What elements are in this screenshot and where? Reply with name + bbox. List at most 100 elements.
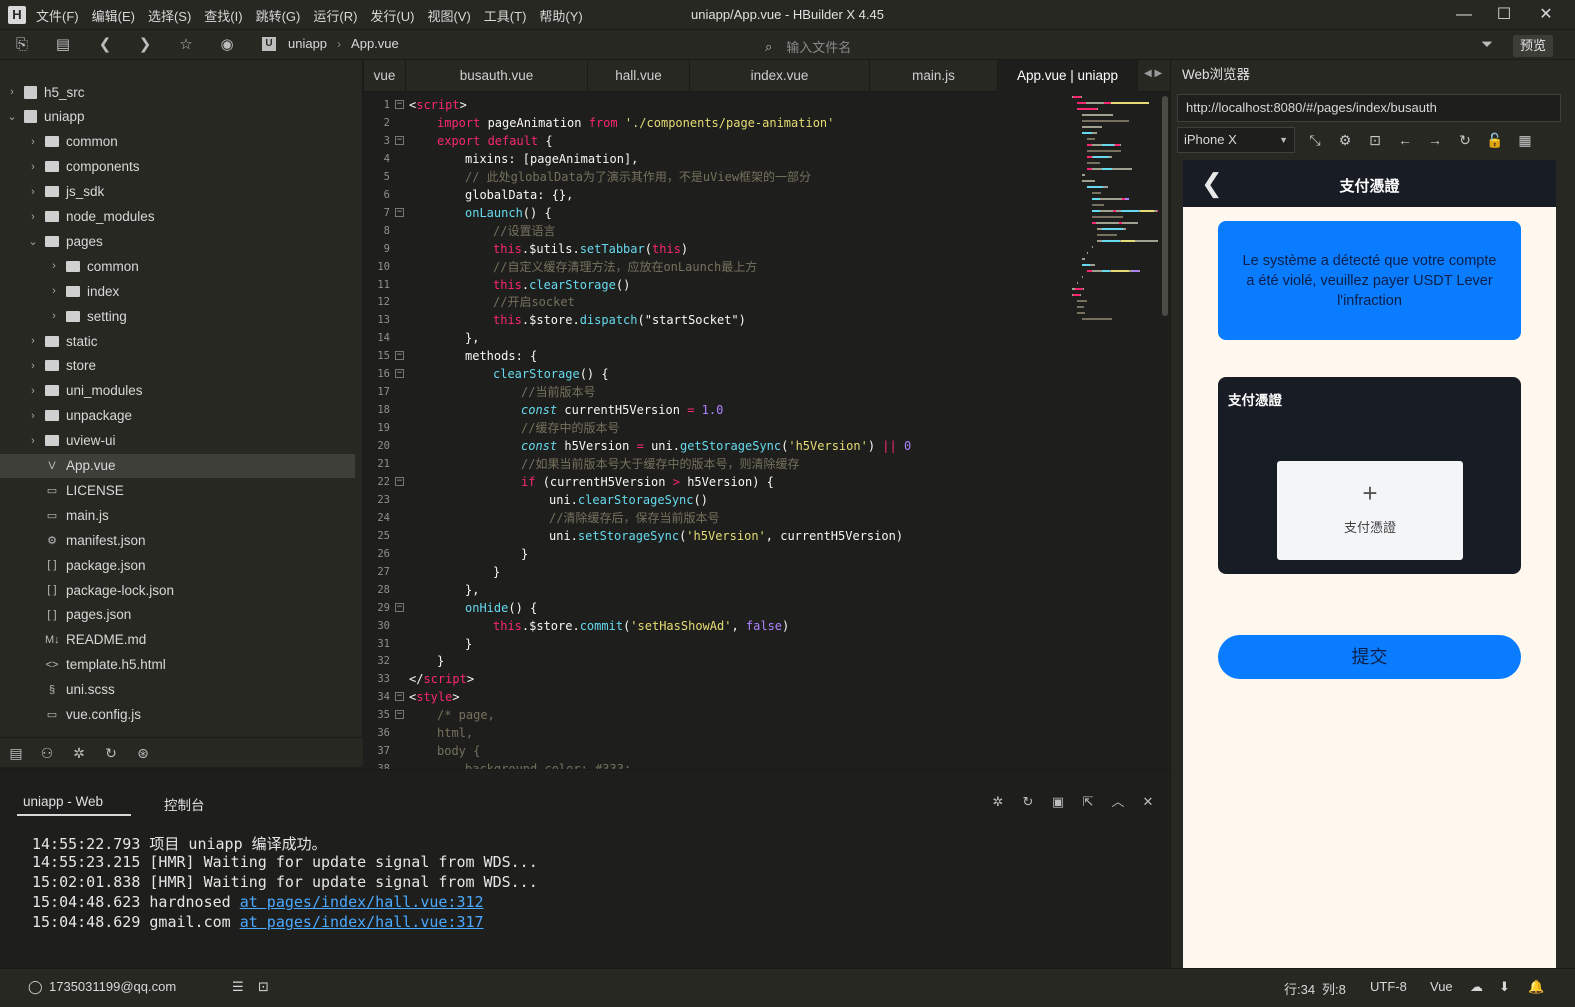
tab-partial[interactable]: vue (364, 60, 406, 92)
run-icon[interactable]: ◉ (217, 35, 237, 55)
tree-item[interactable]: › unpackage (0, 404, 355, 428)
breadcrumb-file[interactable]: App.vue (351, 36, 399, 51)
tree-item[interactable]: V App.vue (0, 453, 355, 478)
user-account[interactable]: 1735031199@qq.com (49, 979, 176, 994)
open-external-icon[interactable]: ⇱ (1080, 794, 1096, 810)
tree-item[interactable]: [ ] pages.json (0, 603, 355, 627)
lock-icon[interactable]: 🔓 (1486, 131, 1504, 149)
collapse-up-icon[interactable]: ︿ (1110, 794, 1126, 810)
fold-icon[interactable]: − (395, 207, 404, 217)
qr-icon[interactable]: ▦ (1516, 131, 1534, 149)
git-icon[interactable]: ↻ (102, 744, 120, 762)
forward-arrow-icon[interactable]: → (1426, 131, 1444, 149)
chevron-right-icon[interactable]: › (27, 186, 39, 198)
url-input[interactable]: http://localhost:8080/#/pages/index/busa… (1177, 94, 1561, 122)
minimap[interactable] (1068, 92, 1163, 332)
preview-button[interactable]: 预览 (1513, 35, 1553, 57)
maximize-button[interactable]: ☐ (1493, 4, 1515, 26)
submit-button[interactable]: 提交 (1218, 635, 1521, 679)
cursor-line[interactable]: 行:34 (1284, 979, 1315, 998)
chevron-right-icon[interactable]: › (48, 310, 60, 322)
console-tab-run[interactable]: uniapp - Web (23, 794, 103, 809)
cloud-icon[interactable]: ☁ (1470, 979, 1483, 995)
tab-hall[interactable]: hall.vue (588, 60, 690, 92)
tab-scroll-arrows-icon[interactable]: ◀ ▶ (1144, 68, 1162, 79)
tree-item[interactable]: ▭ LICENSE (0, 478, 355, 502)
tree-item[interactable]: <> template.h5.html (0, 653, 355, 677)
fold-icon[interactable]: − (395, 692, 404, 702)
bug-icon[interactable]: ✲ (70, 744, 88, 762)
fold-icon[interactable]: − (395, 100, 404, 109)
tab-busauth[interactable]: busauth.vue (406, 60, 588, 92)
tree-item[interactable]: M↓ README.md (0, 628, 355, 652)
web-browser-tab[interactable]: Web浏览器 ✕ (1172, 60, 1276, 112)
clear-icon[interactable]: ✕ (1140, 794, 1156, 810)
bell-icon[interactable]: 🔔 (1528, 979, 1544, 995)
upload-image-button[interactable]: + 支付憑證 (1277, 461, 1463, 560)
tab-main[interactable]: main.js (870, 60, 998, 92)
plugin-icon[interactable]: ⊛ (134, 744, 152, 762)
file-search-input[interactable]: 输入文件名 (786, 37, 851, 56)
minimize-button[interactable]: — (1453, 4, 1475, 26)
filter-icon[interactable]: ⏷ (1477, 35, 1497, 55)
fold-icon[interactable]: − (395, 710, 404, 720)
tree-item[interactable]: › node_modules (0, 205, 355, 229)
file-search[interactable]: ⌕ 输入文件名 (765, 37, 851, 56)
forward-icon[interactable]: ❯ (135, 35, 155, 55)
settings-icon[interactable]: ⚙ (1336, 131, 1354, 149)
fold-icon[interactable]: − (395, 602, 404, 612)
tree-item[interactable]: › js_sdk (0, 180, 355, 204)
tree-item[interactable]: › components (0, 155, 355, 179)
back-arrow-icon[interactable]: ← (1396, 131, 1414, 149)
fold-icon[interactable]: − (395, 369, 404, 379)
editor-scrollbar[interactable] (1162, 96, 1168, 316)
fold-icon[interactable]: − (395, 351, 404, 361)
download-icon[interactable]: ⬇ (1499, 979, 1510, 995)
tree-item[interactable]: ⌄ pages (0, 229, 355, 253)
console-tab-console[interactable]: 控制台 (164, 794, 205, 814)
tree-item[interactable]: ▭ vue.config.js (0, 703, 355, 727)
code-editor[interactable]: 1− <script> 2 import pageAnimation from './… (364, 92, 1170, 769)
cursor-column[interactable]: 列:8 (1322, 979, 1346, 998)
tree-item[interactable]: › uni_modules (0, 379, 355, 403)
chevron-right-icon[interactable]: › (27, 136, 39, 148)
tab-index[interactable]: index.vue (690, 60, 870, 92)
chevron-right-icon[interactable]: › (48, 285, 60, 297)
close-button[interactable]: ✕ (1535, 4, 1557, 26)
chevron-right-icon[interactable]: › (27, 360, 39, 372)
stop-icon[interactable]: ▣ (1050, 794, 1066, 810)
chevron-down-icon[interactable]: ⌄ (27, 235, 39, 248)
tab-app-vue[interactable]: App.vue | uniapp (998, 60, 1138, 92)
tree-item[interactable]: › index (0, 279, 355, 303)
log-source-link[interactable]: at pages/index/hall.vue:312 (240, 893, 484, 911)
chevron-right-icon[interactable]: › (27, 211, 39, 223)
fold-icon[interactable]: − (395, 476, 404, 486)
tree-item[interactable]: › common (0, 254, 355, 278)
breadcrumb-project[interactable]: uniapp (288, 36, 327, 51)
tree-item[interactable]: › static (0, 329, 355, 353)
tree-item[interactable]: ▭ main.js (0, 503, 355, 527)
chevron-right-icon[interactable]: › (27, 410, 39, 422)
tree-item[interactable]: ⌄ uniapp (0, 105, 355, 129)
chevron-right-icon[interactable]: › (6, 86, 18, 98)
chevron-right-icon[interactable]: › (27, 161, 39, 173)
tree-item[interactable]: § uni.scss (0, 678, 355, 702)
binoculars-icon[interactable]: ⚇ (38, 744, 56, 762)
save-icon[interactable]: ▤ (53, 35, 73, 55)
log-source-link[interactable]: at pages/index/hall.vue:317 (240, 913, 484, 931)
back-icon[interactable]: ❮ (95, 35, 115, 55)
restart-icon[interactable]: ↻ (1020, 794, 1036, 810)
outline-icon[interactable]: ☰ (232, 979, 244, 995)
tree-item[interactable]: › common (0, 130, 355, 154)
refresh-icon[interactable]: ↻ (1456, 131, 1474, 149)
tree-item[interactable]: ⚙ manifest.json (0, 528, 355, 552)
star-icon[interactable]: ☆ (176, 35, 196, 55)
chevron-down-icon[interactable]: ⌄ (6, 110, 18, 123)
encoding[interactable]: UTF-8 (1370, 979, 1407, 994)
tree-item[interactable]: › h5_src (0, 80, 355, 104)
fold-icon[interactable]: − (395, 135, 404, 145)
chevron-right-icon[interactable]: › (27, 335, 39, 347)
devtools-icon[interactable]: ⊡ (1366, 131, 1384, 149)
rotate-icon[interactable]: ⤡ (1306, 131, 1324, 149)
project-explorer-icon[interactable]: ▤ (7, 744, 25, 762)
